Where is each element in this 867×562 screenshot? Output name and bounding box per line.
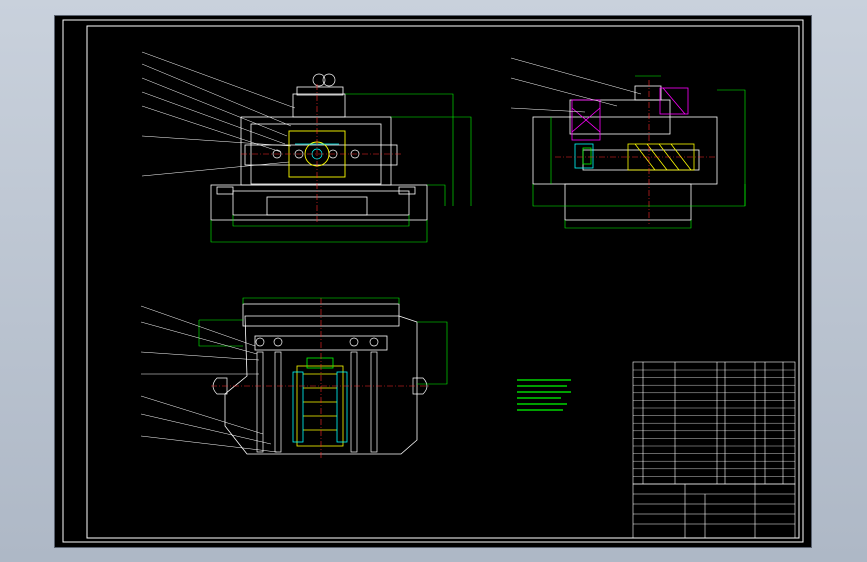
top-view-dimensions	[198, 297, 448, 385]
top-view-bolts	[255, 337, 379, 453]
top-view-center-hatch	[296, 365, 344, 447]
top-view-colored-parts	[292, 357, 348, 443]
sheet-outer-border	[62, 19, 804, 543]
top-view-leaders	[140, 305, 278, 453]
tech-notes-lines	[517, 379, 571, 411]
assembly-drawing	[62, 19, 804, 543]
tech-notes-block	[517, 379, 571, 411]
side-view	[532, 85, 718, 221]
front-view-leaders	[141, 51, 296, 177]
side-view-leaders	[510, 57, 642, 113]
front-view	[210, 86, 428, 221]
front-view-centerlines	[241, 84, 401, 224]
cad-viewport[interactable]	[55, 16, 811, 547]
top-view-centerlines	[211, 298, 431, 460]
parts-list-rows	[633, 369, 795, 477]
title-block	[632, 483, 796, 539]
